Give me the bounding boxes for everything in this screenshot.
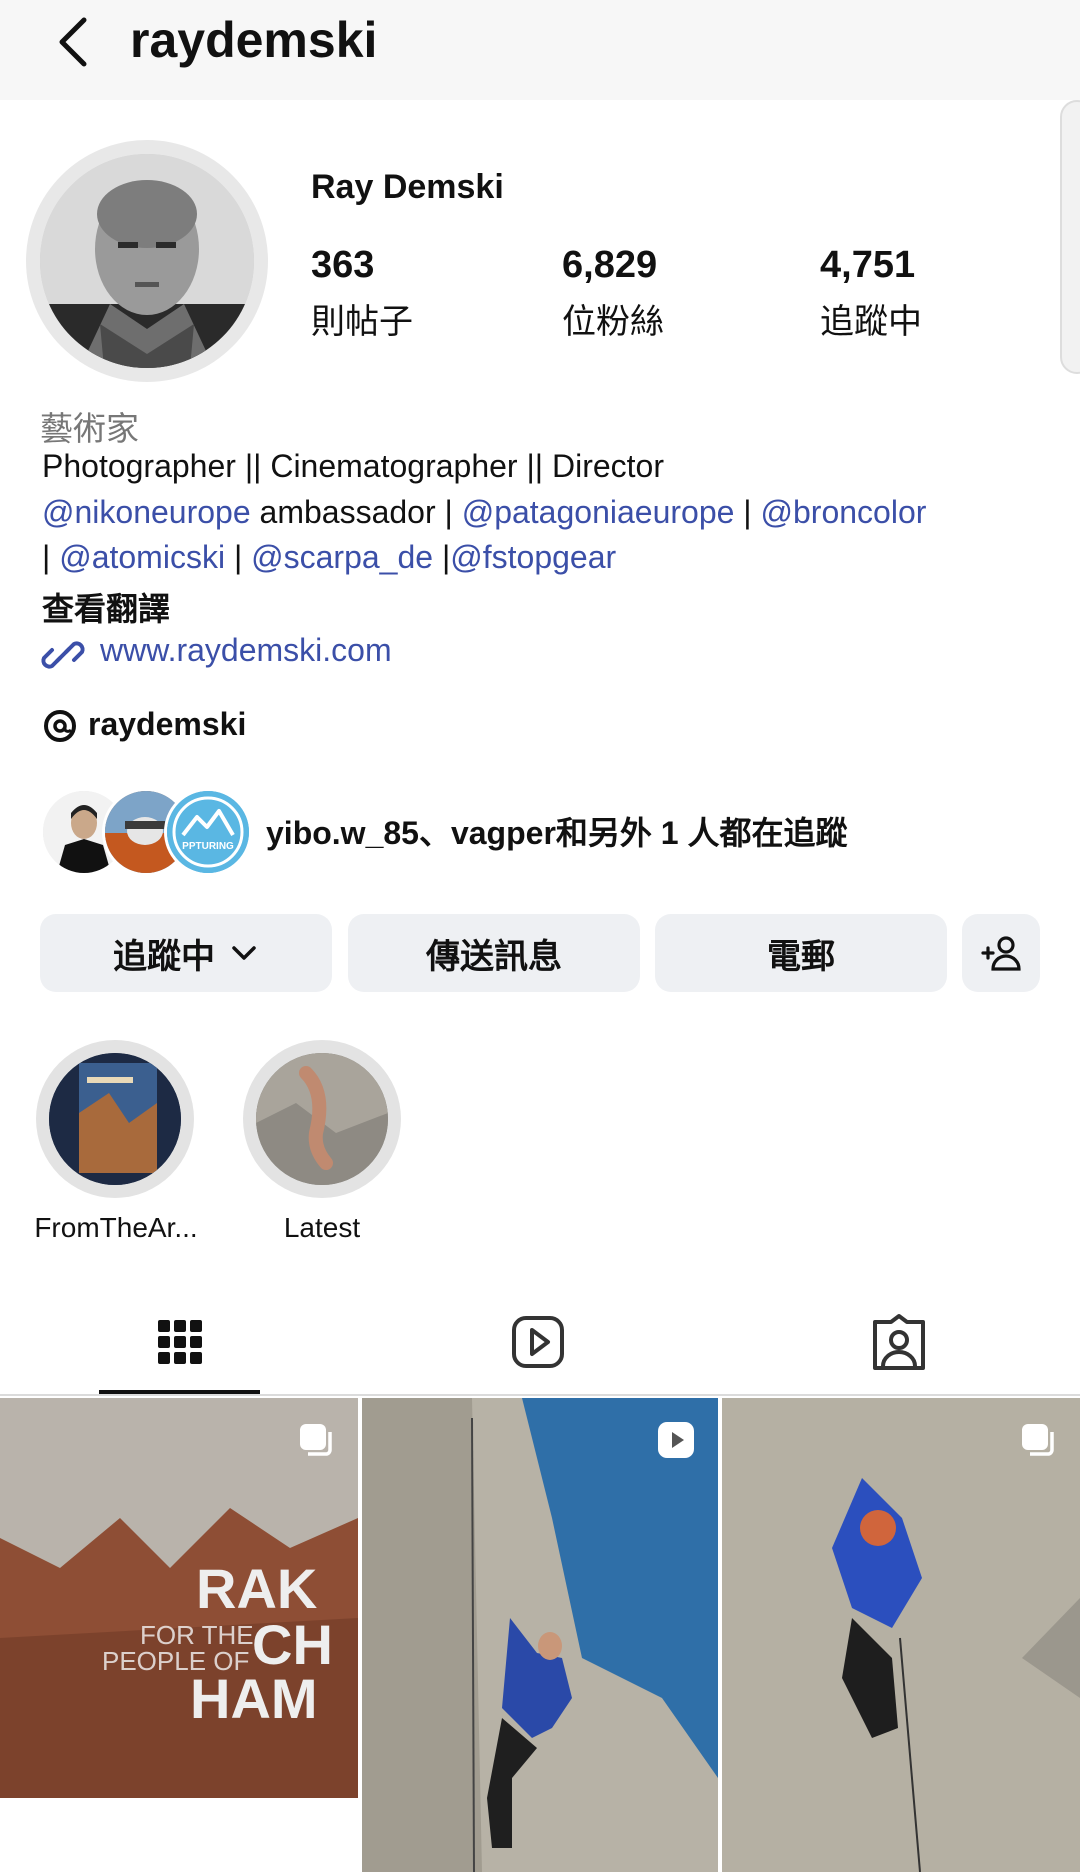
- tab-divider: [0, 1394, 1080, 1396]
- add-person-icon: [981, 936, 1021, 971]
- following-button[interactable]: 追蹤中: [40, 914, 332, 992]
- highlight-cover[interactable]: [49, 1053, 181, 1185]
- post-title-text: HAM: [190, 1667, 318, 1730]
- threads-icon: [44, 710, 76, 742]
- reels-tab-icon[interactable]: [508, 1312, 568, 1372]
- email-button[interactable]: 電郵: [655, 914, 947, 992]
- link-icon: [41, 641, 85, 669]
- post-subtitle-text: PEOPLE OF: [102, 1646, 249, 1676]
- bio-line-3: | @atomicski | @scarpa_de |@fstopgear: [42, 539, 616, 576]
- bio-separator: |: [433, 539, 451, 575]
- mutual-follower-badge-text: PPTURING: [182, 841, 234, 852]
- highlight-label: Latest: [283, 1212, 361, 1243]
- followers-label[interactable]: 位粉絲: [562, 294, 664, 343]
- see-translation-link[interactable]: 查看翻譯: [42, 584, 170, 630]
- post-tile[interactable]: [722, 1398, 1080, 1872]
- highlight-cover[interactable]: [256, 1053, 388, 1185]
- posts-count[interactable]: 363: [311, 244, 374, 287]
- posts-label[interactable]: 則帖子: [311, 294, 413, 343]
- bio-separator: |: [225, 539, 252, 575]
- back-arrow-icon[interactable]: [52, 14, 92, 70]
- reel-icon: [658, 1422, 694, 1458]
- followers-count[interactable]: 6,829: [562, 244, 657, 287]
- profile-username: raydemski: [130, 12, 378, 68]
- mention-nikoneurope[interactable]: @nikoneurope: [42, 494, 251, 530]
- display-name: Ray Demski: [311, 168, 504, 206]
- mention-broncolor[interactable]: @broncolor: [761, 494, 927, 530]
- mention-fstopgear[interactable]: @fstopgear: [450, 539, 616, 575]
- following-button-label: 追蹤中: [113, 937, 215, 976]
- post-tile[interactable]: [362, 1398, 718, 1872]
- profile-category: 藝術家: [40, 410, 139, 447]
- post-title-text: RAK: [196, 1557, 317, 1620]
- bio-line-1: Photographer || Cinematographer || Direc…: [42, 448, 664, 484]
- bio-separator: |: [42, 539, 60, 575]
- bio-text: ambassador |: [250, 494, 462, 530]
- carousel-icon: [300, 1424, 332, 1456]
- bio-separator: |: [734, 494, 761, 530]
- mention-patagoniaeurope[interactable]: @patagoniaeurope: [462, 494, 735, 530]
- grid-tab-icon[interactable]: [150, 1312, 210, 1372]
- mention-atomicski[interactable]: @atomicski: [59, 539, 225, 575]
- following-count[interactable]: 4,751: [820, 244, 915, 287]
- side-scroll-handle[interactable]: [1060, 100, 1080, 374]
- bio-line-2: @nikoneurope ambassador | @patagoniaeuro…: [42, 494, 926, 531]
- website-link[interactable]: www.raydemski.com: [100, 632, 392, 669]
- carousel-icon: [1022, 1424, 1054, 1456]
- avatar[interactable]: [40, 154, 254, 368]
- chevron-down-icon: [232, 946, 256, 960]
- mention-scarpa-de[interactable]: @scarpa_de: [251, 539, 433, 575]
- suggest-people-button[interactable]: [962, 914, 1040, 992]
- message-button[interactable]: 傳送訊息: [348, 914, 640, 992]
- post-tile[interactable]: RAK CH HAM FOR THE PEOPLE OF: [0, 1398, 358, 1872]
- tagged-tab-icon[interactable]: [869, 1312, 929, 1372]
- threads-handle[interactable]: raydemski: [88, 706, 246, 743]
- highlight-label: FromTheAr...: [34, 1212, 198, 1243]
- mutual-followers-text[interactable]: yibo.w_85、vagper和另外 1 人都在追蹤: [266, 808, 847, 854]
- following-label[interactable]: 追蹤中: [820, 294, 922, 343]
- mutual-follower-avatar[interactable]: PPTURING: [164, 788, 252, 876]
